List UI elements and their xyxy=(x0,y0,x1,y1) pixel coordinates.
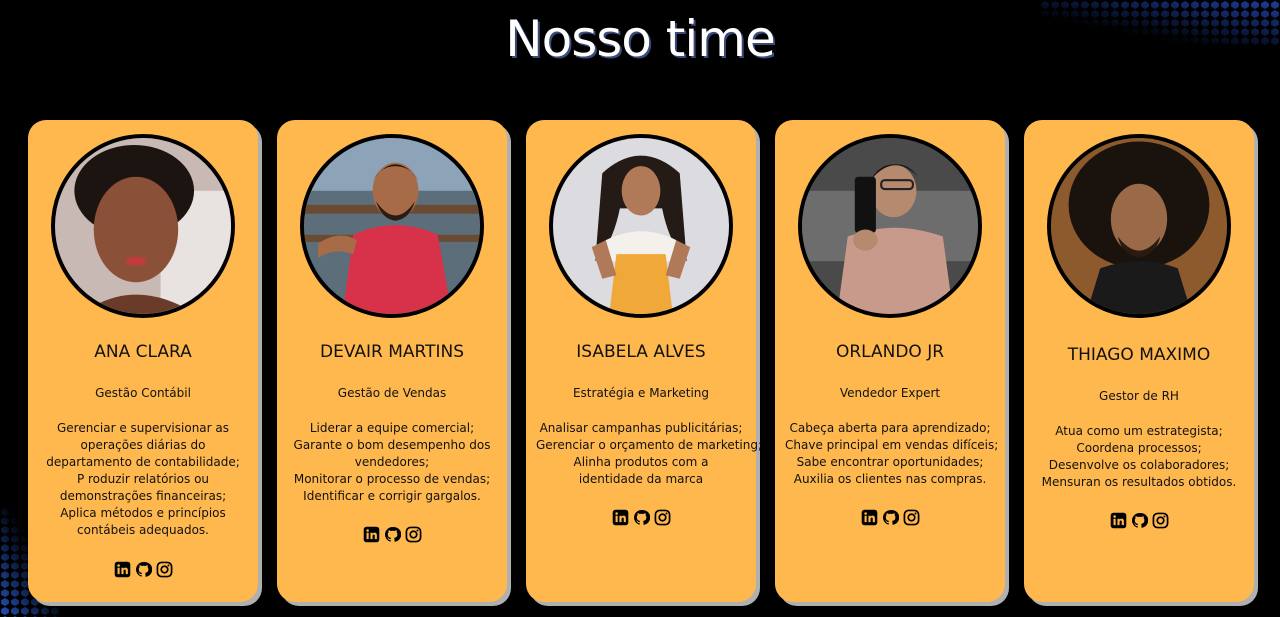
avatar xyxy=(549,134,733,318)
linkedin-icon[interactable] xyxy=(363,526,380,543)
description-line: Identificar e corrigir gargalos. xyxy=(303,489,481,503)
github-icon[interactable] xyxy=(135,561,152,578)
member-name: THIAGO MAXIMO xyxy=(1067,345,1211,365)
description-line: Coordena processos; xyxy=(1076,441,1202,455)
instagram-icon[interactable] xyxy=(405,526,422,543)
description-line: contábeis adequados. xyxy=(77,523,209,537)
description-line: Gerenciar e supervisionar as xyxy=(56,421,230,435)
social-links xyxy=(1024,512,1254,529)
team-card: ORLANDO JR Vendedor Expert Cabeça aberta… xyxy=(775,120,1005,602)
description-line: P roduzir relatórios ou xyxy=(76,472,210,486)
team-card: DEVAIR MARTINS Gestão de Vendas Liderar … xyxy=(277,120,507,602)
team-cards: ANA CLARA Gestão Contábil Gerenciar e su… xyxy=(0,0,1280,617)
description-line: demonstrações financeiras; xyxy=(59,489,227,503)
description-line: Garante o bom desempenho dos xyxy=(293,438,491,452)
member-name: ORLANDO JR xyxy=(835,342,945,362)
member-role: Estratégia e Marketing xyxy=(572,386,710,400)
instagram-icon[interactable] xyxy=(156,561,173,578)
instagram-icon[interactable] xyxy=(1152,512,1169,529)
team-card: THIAGO MAXIMO Gestor de RH Atua como um … xyxy=(1024,120,1254,602)
linkedin-icon[interactable] xyxy=(861,509,878,526)
social-links xyxy=(775,509,1005,526)
description-line: vendedores; xyxy=(354,455,430,469)
member-name: ISABELA ALVES xyxy=(576,342,706,362)
member-name: DEVAIR MARTINS xyxy=(319,342,464,362)
description-line: Liderar a equipe comercial; xyxy=(309,421,475,435)
description-line: Monitorar o processo de vendas; xyxy=(293,472,491,486)
member-description: Atua como um estrategista; Coordena proc… xyxy=(1034,423,1244,491)
social-links xyxy=(526,509,756,526)
member-role: Gestão de Vendas xyxy=(337,386,447,400)
member-role: Gestor de RH xyxy=(1099,389,1179,403)
social-links xyxy=(277,526,507,543)
linkedin-icon[interactable] xyxy=(612,509,629,526)
member-name: ANA CLARA xyxy=(94,342,192,362)
avatar xyxy=(1047,134,1231,318)
member-role: Gestão Contábil xyxy=(95,386,191,400)
github-icon[interactable] xyxy=(384,526,401,543)
description-line: Mensuran os resultados obtidos. xyxy=(1041,475,1237,489)
team-card: ISABELA ALVES Estratégia e Marketing Ana… xyxy=(526,120,763,602)
description-line: Sabe encontrar oportunidades; xyxy=(796,455,984,469)
member-description: Analisar campanhas publicitárias; Gerenc… xyxy=(536,420,763,488)
description-line: Auxilia os clientes nas compras. xyxy=(793,472,987,486)
description-line: Analisar campanhas publicitárias; xyxy=(539,421,743,435)
github-icon[interactable] xyxy=(882,509,899,526)
linkedin-icon[interactable] xyxy=(1110,512,1127,529)
team-card: ANA CLARA Gestão Contábil Gerenciar e su… xyxy=(28,120,258,602)
instagram-icon[interactable] xyxy=(903,509,920,526)
member-role: Vendedor Expert xyxy=(839,386,941,400)
description-line: Chave principal em vendas difíceis; xyxy=(785,438,999,452)
description-line: Desenvolve os colaboradores; xyxy=(1048,458,1230,472)
description-line: Cabeça aberta para aprendizado; xyxy=(789,421,991,435)
instagram-icon[interactable] xyxy=(654,509,671,526)
member-description: Cabeça aberta para aprendizado; Chave pr… xyxy=(785,420,999,488)
member-description: Gerenciar e supervisionar as operações d… xyxy=(38,420,248,539)
github-icon[interactable] xyxy=(1131,512,1148,529)
linkedin-icon[interactable] xyxy=(114,561,131,578)
github-icon[interactable] xyxy=(633,509,650,526)
avatar xyxy=(798,134,982,318)
avatar xyxy=(300,134,484,318)
description-line: Aplica métodos e princípios xyxy=(60,506,226,520)
social-links xyxy=(28,561,258,578)
member-description: Liderar a equipe comercial; Garante o bo… xyxy=(287,420,497,505)
description-line: identidade da marca xyxy=(578,472,704,486)
description-line: departamento de contabilidade; xyxy=(46,455,240,469)
description-line: Atua como um estrategista; xyxy=(1055,424,1223,438)
description-line: Alinha produtos com a xyxy=(573,455,709,469)
avatar xyxy=(51,134,235,318)
description-line: operações diárias do xyxy=(80,438,206,452)
description-line: Gerenciar o orçamento de marketing; xyxy=(536,438,763,452)
